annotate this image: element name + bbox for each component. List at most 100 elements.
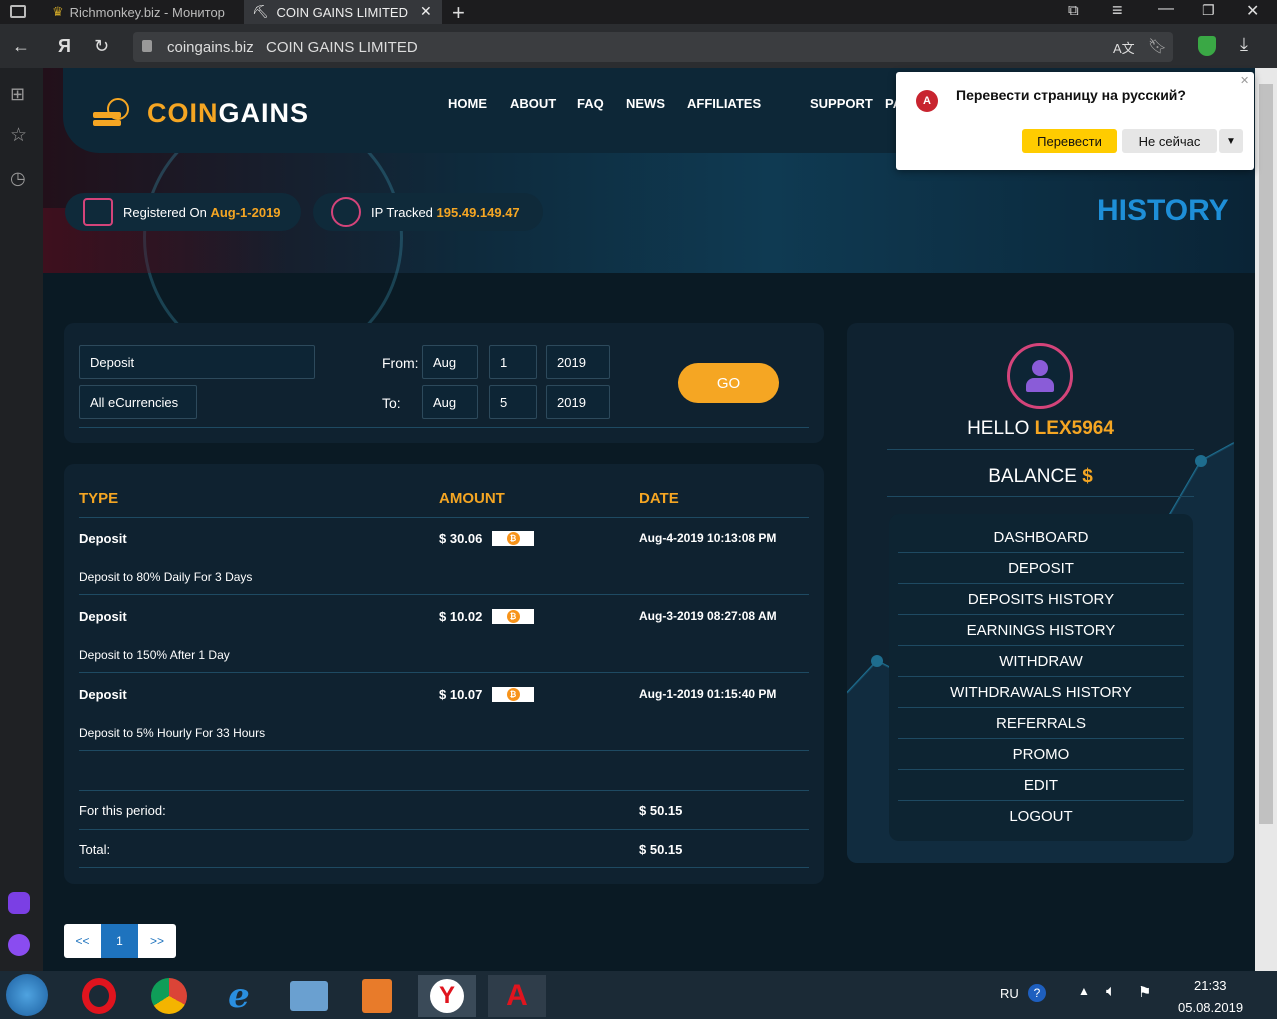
row-type: Deposit xyxy=(79,531,127,546)
start-button[interactable] xyxy=(6,974,48,1016)
opera-icon[interactable] xyxy=(70,975,128,1017)
menu-dashboard[interactable]: DASHBOARD xyxy=(898,529,1184,546)
internet-explorer-icon[interactable]: e xyxy=(210,975,268,1017)
currency-select[interactable]: All eCurrencies xyxy=(79,385,197,419)
menu-logout[interactable]: LOGOUT xyxy=(898,808,1184,825)
tab-richmonkey[interactable]: ♛ Richmonkey.biz - Монитор xyxy=(44,0,242,24)
divider xyxy=(898,614,1184,615)
divider xyxy=(79,790,809,791)
to-day-select[interactable]: 5 xyxy=(489,385,537,419)
from-month-select[interactable]: Aug xyxy=(422,345,478,379)
divider xyxy=(79,427,809,428)
next-page-button[interactable]: >> xyxy=(138,924,176,958)
history-table-card: TYPE AMOUNT DATE Deposit $ 30.06 ₿ Aug-4… xyxy=(64,464,824,884)
nav-affiliates[interactable]: AFFILIATES xyxy=(687,96,761,111)
tabs-overview-icon[interactable] xyxy=(10,5,26,18)
translate-logo-icon: A xyxy=(916,90,938,112)
alice-voice-icon[interactable] xyxy=(8,934,30,956)
scrollbar-thumb[interactable] xyxy=(1259,84,1273,824)
close-tab-icon[interactable]: ✕ xyxy=(420,3,432,20)
favorites-star-icon[interactable]: ☆ xyxy=(10,124,27,147)
site-logo[interactable]: COINGAINS xyxy=(147,98,309,129)
tray-arrow-icon[interactable]: ▲ xyxy=(1078,984,1090,998)
back-icon[interactable]: ← xyxy=(12,36,30,57)
language-indicator[interactable]: RU xyxy=(1000,986,1019,1001)
lock-icon xyxy=(142,40,152,52)
nav-about[interactable]: ABOUT xyxy=(510,96,556,111)
app-a-icon[interactable]: A xyxy=(488,975,546,1017)
page-1-button[interactable]: 1 xyxy=(101,924,138,958)
action-center-flag-icon[interactable]: ⚑ xyxy=(1138,983,1151,1001)
menu-deposit[interactable]: DEPOSIT xyxy=(898,560,1184,577)
close-window-icon[interactable]: ✕ xyxy=(1246,1,1259,21)
protect-shield-icon[interactable] xyxy=(1198,36,1216,56)
download-icon[interactable]: ⤓ xyxy=(1240,34,1248,55)
ip-pill: IP Tracked 195.49.149.47 xyxy=(313,193,543,231)
translate-icon[interactable]: A文 xyxy=(1113,38,1135,57)
clock-time[interactable]: 21:33 xyxy=(1194,978,1227,993)
header-date: DATE xyxy=(639,490,679,507)
row-amount: $ 10.07 xyxy=(439,687,483,702)
restore-icon[interactable]: ❐ xyxy=(1202,2,1215,19)
help-icon[interactable]: ? xyxy=(1028,984,1046,1002)
volume-icon[interactable]: 🔈︎ xyxy=(1106,983,1116,1001)
divider xyxy=(79,594,809,595)
menu-earnings-history[interactable]: EARNINGS HISTORY xyxy=(898,622,1184,639)
type-select[interactable]: Deposit xyxy=(79,345,315,379)
chevron-down-icon[interactable]: ▼ xyxy=(1219,129,1243,153)
yandex-browser-icon[interactable]: Y xyxy=(418,975,476,1017)
nav-news[interactable]: NEWS xyxy=(626,96,665,111)
from-day-select[interactable]: 1 xyxy=(489,345,537,379)
divider xyxy=(898,800,1184,801)
scrollbar[interactable] xyxy=(1255,68,1277,971)
tab-coingains[interactable]: ⛏ COIN GAINS LIMITED ✕ xyxy=(244,0,442,24)
go-button[interactable]: GO xyxy=(678,363,779,403)
yandex-icon[interactable]: Я xyxy=(58,36,71,57)
history-clock-icon[interactable]: ◷ xyxy=(10,168,26,189)
balance: BALANCE $ xyxy=(847,466,1234,488)
from-year-select[interactable]: 2019 xyxy=(546,345,610,379)
bookmarks-icon[interactable]: ⧉ xyxy=(1068,2,1079,19)
apps-grid-icon[interactable]: ⊞ xyxy=(10,84,25,105)
menu-referrals[interactable]: REFERRALS xyxy=(898,715,1184,732)
new-tab-icon[interactable]: + xyxy=(452,0,465,26)
divider xyxy=(79,829,809,830)
to-month-select[interactable]: Aug xyxy=(422,385,478,419)
nav-home[interactable]: HOME xyxy=(448,96,487,111)
row-description: Deposit to 80% Daily For 3 Days xyxy=(79,570,253,584)
logo-coin: COIN xyxy=(147,98,219,128)
translate-popup: A Перевести страницу на русский? ✕ Перев… xyxy=(896,72,1254,170)
menu-promo[interactable]: PROMO xyxy=(898,746,1184,763)
alice-icon[interactable] xyxy=(8,892,30,914)
divider xyxy=(898,738,1184,739)
balance-label: BALANCE xyxy=(988,466,1077,487)
browser-tab-bar: ♛ Richmonkey.biz - Монитор ⛏ COIN GAINS … xyxy=(0,0,1277,26)
control-panel-icon[interactable] xyxy=(280,975,338,1017)
not-now-button[interactable]: Не сейчас xyxy=(1122,129,1217,153)
translate-button[interactable]: Перевести xyxy=(1022,129,1117,153)
clock-date[interactable]: 05.08.2019 xyxy=(1178,1000,1243,1015)
total-value: $ 50.15 xyxy=(639,842,683,857)
prev-page-button[interactable]: << xyxy=(64,924,101,958)
registered-pill: Registered On Aug-1-2019 xyxy=(65,193,301,231)
menu-withdraw[interactable]: WITHDRAW xyxy=(898,653,1184,670)
menu-edit[interactable]: EDIT xyxy=(898,777,1184,794)
avatar[interactable] xyxy=(1007,343,1073,409)
bookmark-icon[interactable]: 🔖︎ xyxy=(1148,37,1167,55)
close-popup-icon[interactable]: ✕ xyxy=(1240,74,1249,87)
divider xyxy=(898,552,1184,553)
row-description: Deposit to 5% Hourly For 33 Hours xyxy=(79,726,266,740)
menu-withdrawals-history[interactable]: WITHDRAWALS HISTORY xyxy=(898,684,1184,701)
media-player-icon[interactable] xyxy=(348,975,406,1017)
translate-question: Перевести страницу на русский? xyxy=(956,87,1186,103)
menu-deposits-history[interactable]: DEPOSITS HISTORY xyxy=(898,591,1184,608)
reload-icon[interactable]: ↻ xyxy=(94,36,109,57)
nav-support[interactable]: SUPPORT xyxy=(810,96,873,111)
menu-icon[interactable]: ≡ xyxy=(1112,0,1123,21)
to-label: To: xyxy=(382,395,401,411)
minimize-icon[interactable]: — xyxy=(1158,0,1174,18)
nav-faq[interactable]: FAQ xyxy=(577,96,604,111)
to-year-select[interactable]: 2019 xyxy=(546,385,610,419)
chrome-icon[interactable] xyxy=(140,975,198,1017)
tab-label: Richmonkey.biz - Монитор xyxy=(69,4,225,20)
